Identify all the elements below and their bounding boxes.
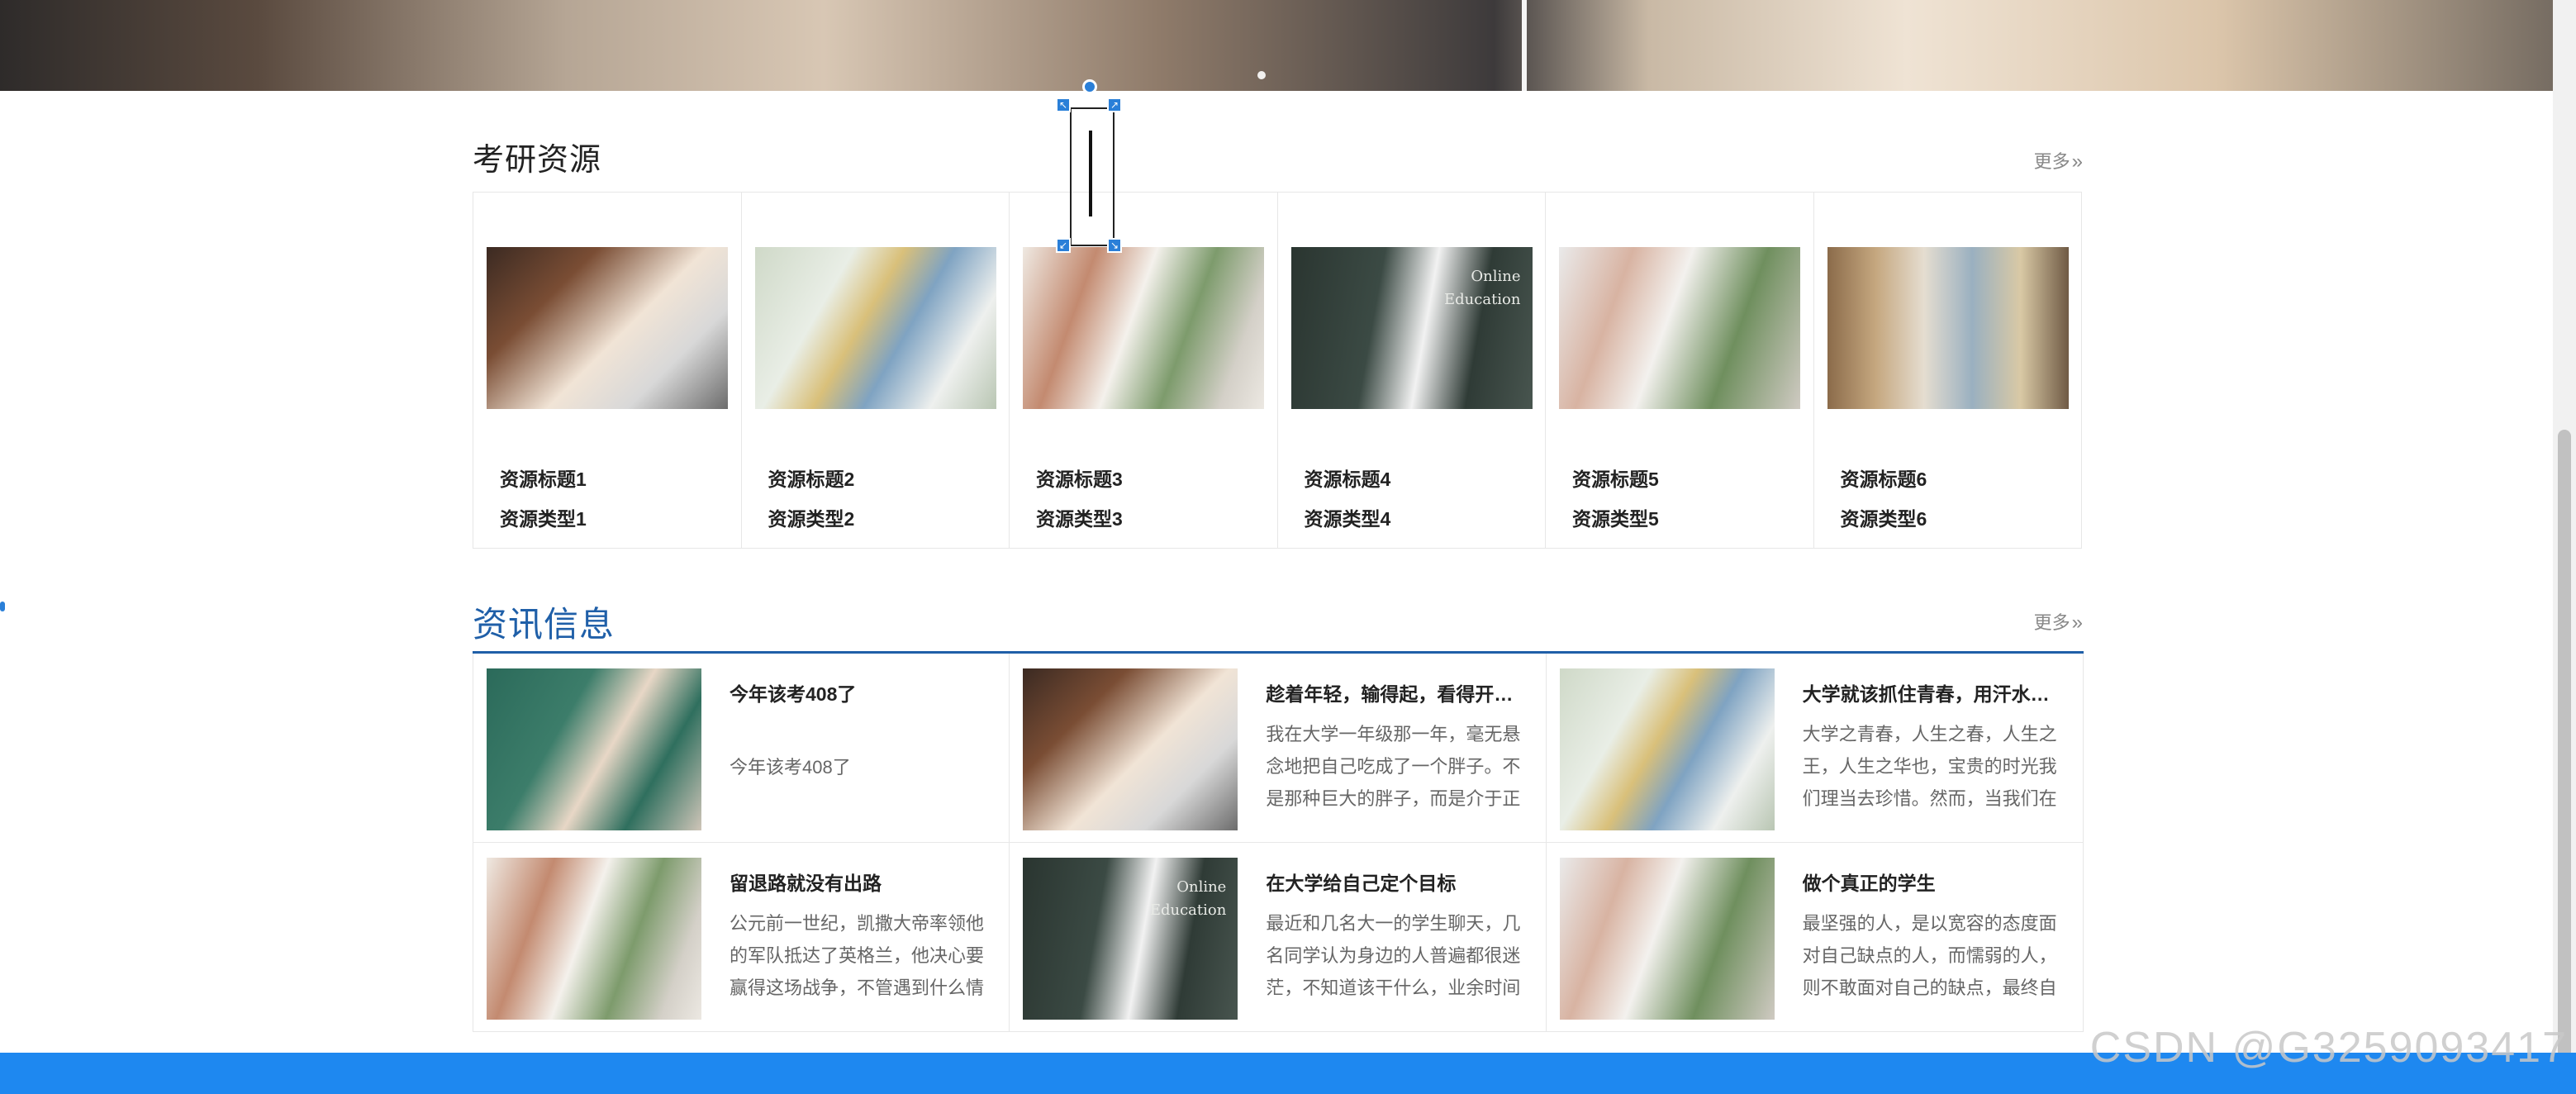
- resource-type: 资源类型1: [500, 508, 587, 530]
- resize-handle-icon[interactable]: ↘: [1107, 238, 1122, 253]
- scrollbar-track[interactable]: [2553, 0, 2576, 1094]
- news-title[interactable]: 留退路就没有出路: [730, 868, 992, 896]
- resources-more-link[interactable]: 更多»: [2034, 147, 2083, 174]
- resource-card[interactable]: 资源标题6 资源类型6: [1814, 193, 2082, 548]
- resource-title[interactable]: 资源标题5: [1572, 464, 1659, 492]
- resources-section-title: 考研资源: [473, 143, 602, 178]
- news-thumbnail[interactable]: [1559, 668, 1775, 830]
- resource-type: 资源类型3: [1036, 508, 1123, 530]
- watermark: CSDN @G3259093417: [2089, 1024, 2568, 1072]
- news-card[interactable]: 大学就该抓住青春，用汗水实... 大学之青春，人生之春，人生之王，人生之华也，宝…: [1546, 654, 2083, 843]
- more-label: 更多: [2033, 151, 2070, 172]
- news-card[interactable]: 做个真正的学生 最坚强的人，是以宽容的态度面对自己缺点的人，而懦弱的人，则不敢面…: [1547, 843, 2083, 1032]
- resource-card[interactable]: Online Education 资源标题4 资源类型4: [1278, 193, 1546, 548]
- thumbnail-caption: Online Education: [1444, 265, 1521, 312]
- resource-card[interactable]: 资源标题3 资源类型3: [1010, 193, 1278, 548]
- resources-grid: 资源标题1 资源类型1 资源标题2 资源类型2 资源标题3 资源类型3 Onli…: [473, 192, 2082, 549]
- thumbnail-caption-line: Online: [1176, 878, 1227, 896]
- banner-divider: [1522, 0, 1527, 91]
- news-thumbnail[interactable]: Online Education: [1023, 857, 1238, 1020]
- thumbnail-caption-line: Education: [1444, 291, 1521, 308]
- thumbnail-caption: Online Education: [1150, 876, 1227, 922]
- resize-handle-icon[interactable]: ↗: [1107, 98, 1122, 112]
- more-label: 更多: [2033, 612, 2070, 633]
- news-section-title: 资讯信息: [473, 605, 615, 644]
- news-grid: 今年该考408了 今年该考408了 趁着年轻，输得起，看得开，... 我在大学一…: [473, 654, 2084, 1032]
- double-chevron-right-icon: »: [2071, 150, 2083, 173]
- resource-type: 资源类型2: [768, 508, 855, 530]
- resource-title[interactable]: 资源标题6: [1841, 464, 1927, 492]
- resize-handle-icon[interactable]: ↖: [1056, 98, 1071, 112]
- news-summary: 最坚强的人，是以宽容的态度面对自己缺点的人，而懦弱的人，则不敢面对自己的缺点，最…: [1802, 912, 2057, 998]
- resource-card[interactable]: 资源标题5 资源类型5: [1546, 193, 1814, 548]
- news-thumbnail[interactable]: [487, 857, 701, 1020]
- news-thumbnail[interactable]: [487, 668, 701, 830]
- resource-card[interactable]: 资源标题2 资源类型2: [742, 193, 1010, 548]
- news-title[interactable]: 在大学给自己定个目标: [1266, 868, 1528, 896]
- news-summary: 公元前一世纪，凯撒大帝率领他的军队抵达了英格兰，他决心要赢得这场战争，不管遇到什…: [730, 912, 985, 998]
- news-title[interactable]: 大学就该抓住青春，用汗水实...: [1803, 678, 2065, 706]
- resource-thumbnail[interactable]: [1023, 247, 1264, 409]
- news-more-link[interactable]: 更多»: [2034, 608, 2083, 635]
- resource-thumbnail[interactable]: [487, 247, 728, 409]
- resource-title[interactable]: 资源标题1: [500, 464, 587, 492]
- resource-title[interactable]: 资源标题3: [1036, 464, 1123, 492]
- carousel-dot[interactable]: [1257, 71, 1266, 79]
- news-title[interactable]: 今年该考408了: [730, 678, 992, 706]
- resource-title[interactable]: 资源标题2: [768, 464, 855, 492]
- news-summary: 最近和几名大一的学生聊天，几名同学认为身边的人普遍都很迷茫，不知道该干什么，业余…: [1266, 912, 1521, 998]
- page: 考研资源 更多» 资源标题1 资源类型1 资源标题2 资源类型2 资源标题3 资…: [0, 0, 2576, 1094]
- resource-thumbnail[interactable]: Online Education: [1290, 247, 1533, 409]
- resource-title[interactable]: 资源标题4: [1305, 464, 1391, 492]
- resource-type: 资源类型5: [1572, 508, 1659, 530]
- news-summary: 今年该考408了: [730, 757, 851, 778]
- resize-handle-icon[interactable]: ↙: [1056, 238, 1071, 253]
- edge-marker: [0, 602, 5, 611]
- resource-thumbnail[interactable]: [1559, 247, 1800, 409]
- thumbnail-caption-line: Online: [1471, 268, 1521, 285]
- thumbnail-caption-line: Education: [1149, 901, 1227, 919]
- news-thumbnail[interactable]: [1559, 857, 1775, 1020]
- news-summary: 我在大学一年级那一年，毫无悬念地把自己吃成了一个胖子。不是那种巨大的胖子，而是介…: [1266, 724, 1521, 809]
- resource-card[interactable]: 资源标题1 资源类型1: [473, 193, 742, 548]
- rotate-handle-icon[interactable]: [1082, 79, 1097, 94]
- news-title[interactable]: 趁着年轻，输得起，看得开，...: [1266, 678, 1528, 706]
- selection-box[interactable]: [1070, 107, 1115, 246]
- news-card[interactable]: 今年该考408了 今年该考408了: [473, 654, 1010, 843]
- resource-type: 资源类型6: [1840, 508, 1927, 530]
- resource-type: 资源类型4: [1304, 508, 1391, 530]
- hero-banner[interactable]: [0, 0, 2576, 91]
- news-title[interactable]: 做个真正的学生: [1803, 868, 2065, 896]
- news-card[interactable]: Online Education 在大学给自己定个目标 最近和几名大一的学生聊天…: [1010, 842, 1547, 1031]
- news-summary: 大学之青春，人生之春，人生之王，人生之华也，宝贵的时光我们理当去珍惜。然而，当我…: [1802, 724, 2057, 809]
- resource-thumbnail[interactable]: [754, 247, 996, 409]
- double-chevron-right-icon: »: [2071, 611, 2083, 634]
- news-card[interactable]: 留退路就没有出路 公元前一世纪，凯撒大帝率领他的军队抵达了英格兰，他决心要赢得这…: [473, 842, 1010, 1031]
- scrollbar-thumb[interactable]: [2558, 430, 2571, 1082]
- news-thumbnail[interactable]: [1023, 668, 1238, 830]
- resource-thumbnail[interactable]: [1827, 247, 2069, 409]
- text-cursor: [1089, 131, 1092, 216]
- news-card[interactable]: 趁着年轻，输得起，看得开，... 我在大学一年级那一年，毫无悬念地把自己吃成了一…: [1010, 654, 1547, 843]
